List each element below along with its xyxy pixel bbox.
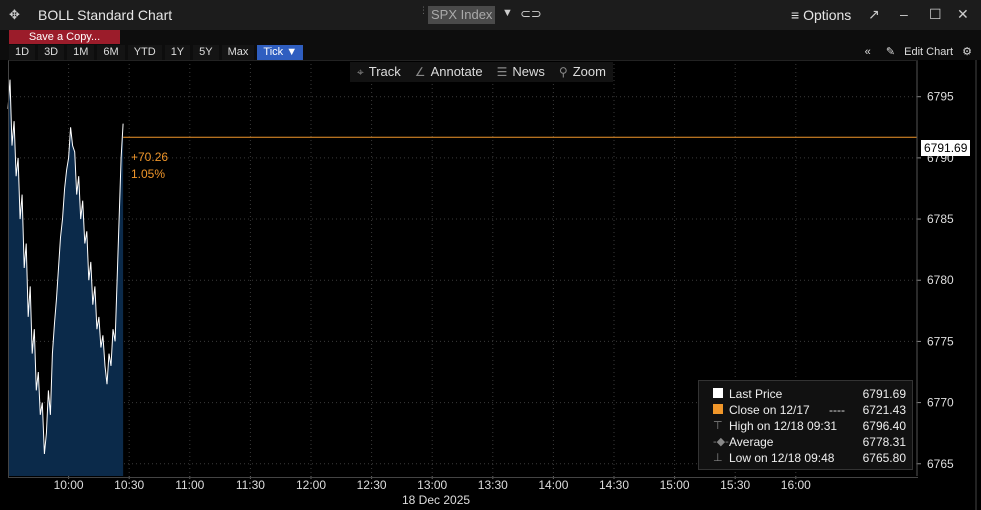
x-tick-label: 14:00 bbox=[538, 478, 568, 492]
news-icon: ☰ bbox=[496, 65, 508, 79]
x-tick-label: 11:00 bbox=[175, 478, 204, 492]
legend-label: High on 12/18 09:31 bbox=[729, 419, 838, 433]
change-percent: 1.05% bbox=[131, 167, 166, 181]
legend-panel: Last Price 6791.69 Close on 12/17 ---- 6… bbox=[698, 380, 913, 470]
zoom-icon: ⚲ bbox=[558, 65, 568, 79]
x-tick-label: 15:00 bbox=[660, 478, 690, 492]
y-tick-label: 6795 bbox=[927, 90, 954, 104]
x-axis-date-label: 18 Dec 2025 bbox=[402, 493, 471, 507]
tool-track-button[interactable]: ⌖ Track bbox=[350, 62, 408, 82]
legend-value: 6796.40 bbox=[862, 419, 906, 433]
y-tick-label: 6785 bbox=[927, 212, 954, 226]
x-tick-label: 10:30 bbox=[114, 478, 144, 492]
y-tick-label: 6775 bbox=[927, 334, 954, 348]
tool-news-button[interactable]: ☰ News bbox=[490, 62, 552, 82]
high-marker-icon: ⊤ bbox=[713, 420, 723, 432]
legend-value: 6778.31 bbox=[862, 435, 906, 449]
tool-zoom-button[interactable]: ⚲ Zoom bbox=[552, 62, 613, 82]
x-tick-label: 11:30 bbox=[236, 478, 265, 492]
average-marker-icon: -◆- bbox=[713, 436, 729, 448]
legend-value: 6765.80 bbox=[862, 451, 906, 465]
legend-high[interactable]: ⊤ High on 12/18 09:31 6796.40 bbox=[703, 418, 908, 434]
legend-swatch-white bbox=[713, 388, 723, 398]
legend-average[interactable]: -◆- Average 6778.31 bbox=[703, 434, 908, 450]
x-tick-label: 14:30 bbox=[599, 478, 629, 492]
tool-label: Zoom bbox=[572, 64, 606, 79]
low-marker-icon: ⊥ bbox=[713, 452, 723, 464]
tool-label: Track bbox=[368, 64, 401, 79]
change-absolute: +70.26 bbox=[131, 150, 169, 164]
crosshair-icon: ⌖ bbox=[357, 65, 364, 79]
y-tick-label: 6765 bbox=[927, 457, 954, 471]
legend-dashes: ---- bbox=[829, 403, 845, 417]
legend-label: Low on 12/18 09:48 bbox=[729, 451, 835, 465]
pencil-icon: ∠ bbox=[414, 65, 426, 79]
chart-tools: ⌖ Track ∠ Annotate ☰ News ⚲ Zoom bbox=[350, 62, 613, 82]
x-tick-label: 15:30 bbox=[720, 478, 750, 492]
legend-value: 6721.43 bbox=[862, 403, 906, 417]
x-tick-label: 10:00 bbox=[54, 478, 84, 492]
x-tick-label: 16:00 bbox=[781, 478, 811, 492]
legend-swatch-orange bbox=[713, 404, 723, 414]
tool-label: News bbox=[512, 64, 545, 79]
y-tick-label: 6770 bbox=[927, 396, 954, 410]
y-tick-label: 6780 bbox=[927, 273, 954, 287]
legend-label: Average bbox=[729, 435, 774, 449]
tool-annotate-button[interactable]: ∠ Annotate bbox=[408, 62, 490, 82]
legend-last-price[interactable]: Last Price 6791.69 bbox=[703, 386, 908, 402]
legend-low[interactable]: ⊥ Low on 12/18 09:48 6765.80 bbox=[703, 450, 908, 466]
legend-value: 6791.69 bbox=[862, 387, 906, 401]
legend-label: Close on 12/17 bbox=[729, 403, 810, 417]
x-tick-label: 13:00 bbox=[417, 478, 447, 492]
legend-label: Last Price bbox=[729, 387, 783, 401]
x-tick-label: 12:00 bbox=[296, 478, 326, 492]
x-tick-label: 13:30 bbox=[478, 478, 508, 492]
x-tick-label: 12:30 bbox=[357, 478, 387, 492]
tool-label: Annotate bbox=[430, 64, 483, 79]
last-price-tag: 6791.69 bbox=[921, 140, 971, 156]
legend-close[interactable]: Close on 12/17 ---- 6721.43 bbox=[703, 402, 908, 418]
